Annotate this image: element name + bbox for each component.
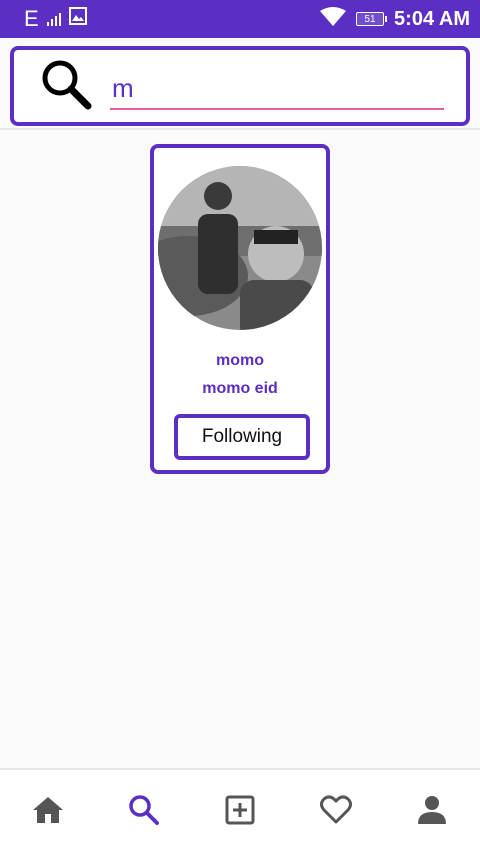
full-name: momo eid (202, 380, 278, 397)
username[interactable]: momo (154, 352, 326, 370)
following-button[interactable]: Following (174, 414, 310, 460)
battery-icon: 51 (356, 12, 388, 26)
wifi-icon (320, 6, 347, 32)
nav-search[interactable] (114, 782, 174, 842)
nav-add-post[interactable] (210, 782, 270, 842)
profile-icon (415, 793, 449, 832)
network-type: E (24, 6, 39, 31)
signal-icon (46, 12, 61, 26)
search-bar (10, 46, 470, 126)
status-bar: E 51 5:04 AM (0, 0, 480, 38)
bottom-nav (0, 768, 480, 854)
avatar[interactable] (158, 166, 322, 330)
nav-profile[interactable] (402, 782, 462, 842)
header-divider (0, 128, 480, 130)
search-icon (127, 793, 161, 832)
nav-home[interactable] (18, 782, 78, 842)
heart-icon (319, 793, 353, 832)
status-left: E (24, 6, 87, 32)
search-input[interactable] (110, 68, 444, 110)
search-icon[interactable] (38, 56, 96, 114)
user-result-card[interactable]: momo momo eid Following (150, 144, 330, 474)
gallery-notification-icon (68, 7, 87, 31)
status-time: 5:04 AM (394, 7, 470, 30)
status-right: 51 5:04 AM (320, 6, 470, 32)
nav-activity[interactable] (306, 782, 366, 842)
home-icon (31, 793, 65, 832)
add-post-icon (223, 793, 257, 832)
